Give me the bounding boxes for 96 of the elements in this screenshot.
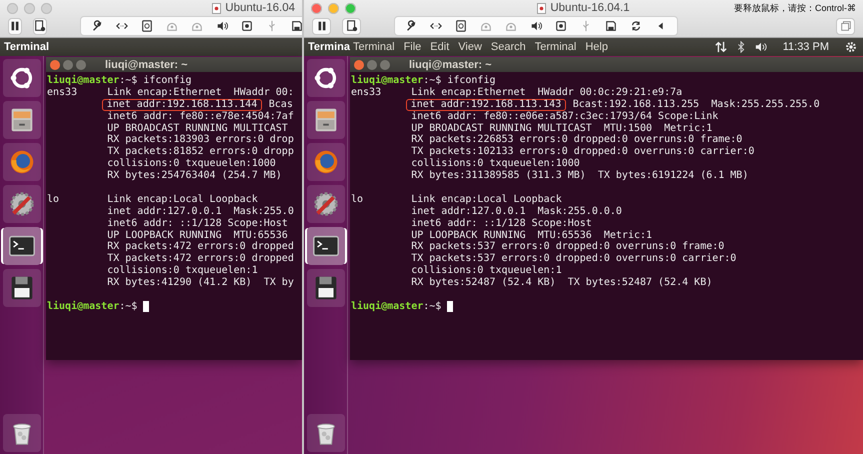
- refresh-icon[interactable]: [630, 20, 642, 32]
- disk-icon[interactable]: [141, 20, 153, 32]
- output-text: inet addr:127.0.0.1 Mask:255.0.0.0: [411, 206, 622, 218]
- output-text: collisions:0 txqueuelen:1000: [411, 158, 580, 170]
- launcher-item[interactable]: [2, 59, 40, 97]
- output-text: RX packets:226853 errors:0 dropped:0 overruns:0 frame:0: [411, 134, 742, 146]
- output-text: RX packets:537 errors:0 dropped:0 overruns:0 frame:0: [411, 241, 724, 253]
- prompt-line: liuqi@master:~$: [47, 300, 138, 313]
- menu-item[interactable]: Terminal: [534, 41, 576, 53]
- menu-item[interactable]: Edit: [430, 41, 450, 53]
- app-name: Terminal: [3, 41, 50, 53]
- terminal-title: liuqi@master: ~: [409, 58, 492, 70]
- volume-icon[interactable]: [754, 41, 767, 53]
- floppy-icon[interactable]: [605, 20, 617, 32]
- menu-item[interactable]: Search: [490, 41, 526, 53]
- pause-icon: [9, 20, 21, 32]
- output-text: inet6 addr: ::1/128 Scope:Host: [411, 218, 592, 230]
- clock[interactable]: 11:33 PM: [782, 41, 829, 53]
- power-gear-icon[interactable]: [845, 41, 857, 53]
- output-text: TX packets:81852 errors:0 dropp: [107, 146, 294, 158]
- release-mouse-hint: 要释放鼠标，请按：Control-⌘: [734, 2, 856, 14]
- pause-button[interactable]: [312, 18, 331, 34]
- disk-icon[interactable]: [455, 20, 467, 32]
- interface-name: lo: [47, 194, 60, 205]
- output-text: inet6 addr: fe80::e06e:a587:c3ec:1793/64 Scope:Link: [411, 110, 718, 123]
- terminal-title: liuqi@master: ~: [105, 58, 188, 70]
- output-text: UP LOOPBACK RUNNING MTU:65536 Metric:1: [411, 230, 652, 241]
- output-text: Link encap:Local Loopback: [107, 194, 258, 206]
- output-text: inet6 addr: ::1/128 Scope:Host: [107, 218, 288, 230]
- close-button[interactable]: [50, 60, 60, 70]
- output-text: collisions:0 txqueuelen:1: [411, 265, 562, 277]
- output-text: RX bytes:254763404 (254.7 MB): [107, 170, 282, 182]
- windows-icon: [840, 20, 852, 32]
- launcher-item[interactable]: [306, 414, 344, 452]
- launcher-item[interactable]: [2, 101, 40, 139]
- output-text: RX bytes:41290 (41.2 KB) TX by: [107, 277, 294, 290]
- highlighted-output-text: inet addr:192.168.113.143: [406, 98, 566, 111]
- window-control-button[interactable]: [311, 2, 322, 14]
- snapshot-button[interactable]: [342, 18, 361, 34]
- output-text: Link encap:Ethernet HWaddr 00:: [107, 86, 294, 99]
- interface-name: ens33: [351, 86, 382, 98]
- output-text: Link encap:Local Loopback: [411, 194, 562, 206]
- wrench-icon[interactable]: [405, 20, 417, 32]
- launcher-item[interactable]: [2, 414, 40, 452]
- output-text: inet addr:127.0.0.1 Mask:255.0: [107, 206, 294, 218]
- pause-button[interactable]: [8, 18, 22, 34]
- output-text: Bcas: [268, 98, 293, 111]
- document-icon: [212, 2, 222, 14]
- speaker-icon[interactable]: [216, 20, 228, 32]
- output-text: RX packets:183903 errors:0 drop: [107, 134, 294, 146]
- output-text: RX bytes:52487 (52.4 KB) TX bytes:52487 (52.4 KB): [411, 277, 712, 290]
- snapshot-button[interactable]: [33, 18, 47, 34]
- snapshot-icon: [346, 20, 358, 32]
- output-text: UP BROADCAST RUNNING MULTICAST MTU:1500 Metric:1: [411, 122, 712, 134]
- close-button[interactable]: [354, 60, 364, 70]
- camera-icon[interactable]: [241, 20, 253, 32]
- menu-item[interactable]: Terminal: [352, 41, 395, 53]
- prompt-line: liuqi@master:~$ ifconfig: [47, 75, 192, 87]
- launcher-item[interactable]: [306, 59, 344, 97]
- highlighted-output-text: inet addr:192.168.113.144: [102, 98, 262, 111]
- menu-item[interactable]: View: [458, 41, 482, 53]
- output-text: Bcast:192.168.113.255 Mask:255.255.255.0: [572, 98, 820, 111]
- prompt-line: liuqi@master:~$ ifconfig: [351, 75, 496, 87]
- window-title: Ubuntu-16.04: [225, 2, 295, 14]
- launcher-item[interactable]: [2, 269, 40, 307]
- speaker-icon[interactable]: [530, 20, 542, 32]
- interface-name: lo: [351, 194, 364, 205]
- output-text: RX bytes:311389585 (311.3 MB) TX bytes:6191224 (6.1 MB): [411, 170, 748, 182]
- output-text: TX packets:472 errors:0 dropped: [107, 253, 294, 265]
- output-text: collisions:0 txqueuelen:1: [107, 265, 258, 277]
- output-text: TX packets:102133 errors:0 dropped:0 overruns:0 carrier:0: [411, 146, 754, 158]
- network-arrows-icon[interactable]: [714, 41, 727, 53]
- launcher-item[interactable]: [306, 269, 344, 307]
- launcher-item[interactable]: [2, 227, 40, 265]
- output-text: RX packets:472 errors:0 dropped: [107, 241, 294, 253]
- app-name: Termina: [307, 41, 350, 53]
- wrench-icon[interactable]: [91, 20, 103, 32]
- launcher-item[interactable]: [306, 227, 344, 265]
- floppy-icon[interactable]: [291, 20, 302, 32]
- launcher-item[interactable]: [306, 101, 344, 139]
- output-text: Link encap:Ethernet HWaddr 00:0c:29:21:e9:7a: [411, 86, 682, 99]
- menu-item[interactable]: Help: [585, 41, 608, 53]
- output-text: UP LOOPBACK RUNNING MTU:65536: [107, 230, 288, 241]
- interface-name: ens33: [47, 86, 78, 98]
- camera-icon[interactable]: [555, 20, 567, 32]
- output-text: UP BROADCAST RUNNING MULTICAST: [107, 122, 288, 134]
- prompt-line: liuqi@master:~$: [351, 300, 442, 313]
- document-icon: [537, 2, 546, 14]
- output-text: collisions:0 txqueuelen:1000: [107, 158, 276, 170]
- output-text: inet6 addr: fe80::e78e:4504:7af: [107, 110, 294, 123]
- menu-item[interactable]: File: [404, 41, 422, 53]
- pause-icon: [316, 20, 328, 32]
- window-title: Ubuntu-16.04.1: [550, 2, 630, 14]
- snapshot-icon: [34, 20, 46, 32]
- output-text: TX packets:537 errors:0 dropped:0 overruns:0 carrier:0: [411, 253, 736, 265]
- fullscreen-button[interactable]: [836, 18, 855, 34]
